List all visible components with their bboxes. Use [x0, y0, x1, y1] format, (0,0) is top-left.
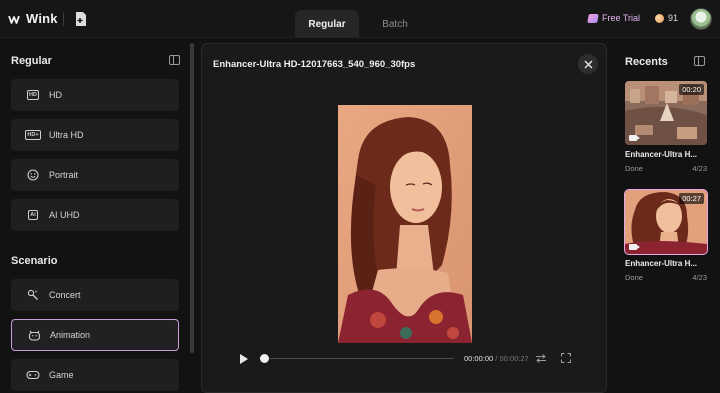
- sidebar-item-label: Game: [49, 370, 74, 380]
- preview-title: Enhancer-Ultra HD-12017663_540_960_30fps: [213, 59, 416, 70]
- recent-item[interactable]: 00:20 Enhancer-Ultra H... Done 4/23: [625, 81, 707, 173]
- recent-item-date: 4/23: [692, 273, 707, 282]
- app-logo[interactable]: Wink: [8, 11, 58, 26]
- avatar[interactable]: [690, 8, 712, 30]
- duration: 00:00:27: [499, 354, 529, 363]
- sidebar-item-label: Concert: [49, 290, 81, 300]
- recent-item[interactable]: 00:27 Enhancer-Ultra H... Done 4/23: [624, 189, 708, 282]
- recents-panel: Recents 00:20 Enhancer-Ultra H... Done 4…: [613, 43, 720, 393]
- app-name: Wink: [26, 11, 58, 26]
- sidebar-item-label: Ultra HD: [49, 130, 84, 140]
- recents-title: Recents: [625, 56, 668, 68]
- duration-badge: 00:27: [679, 193, 704, 204]
- sidebar-item-concert[interactable]: Concert: [11, 279, 179, 311]
- current-time: 00:00:00: [464, 354, 494, 363]
- tab-regular[interactable]: Regular: [295, 10, 359, 38]
- sidebar-item-label: Portrait: [49, 170, 79, 180]
- top-bar: Wink Regular Batch Free Trial 91: [0, 0, 720, 38]
- compare-icon[interactable]: [536, 354, 546, 363]
- recent-thumbnail: 00:27: [624, 189, 708, 255]
- coin-icon: [655, 13, 664, 23]
- coin-balance[interactable]: 91: [655, 13, 678, 23]
- ai-uhd-icon: Ai: [28, 210, 38, 220]
- play-icon[interactable]: [240, 354, 248, 364]
- sidebar-item-animation[interactable]: Animation: [11, 319, 179, 351]
- video-preview[interactable]: [338, 105, 472, 343]
- duration-badge: 00:20: [679, 84, 704, 95]
- sidebar-item-ultra-hd[interactable]: HD+ Ultra HD: [11, 119, 179, 151]
- recent-item-name: Enhancer-Ultra H...: [625, 259, 698, 268]
- recent-item-date: 4/23: [692, 164, 707, 173]
- recent-item-meta: Done 4/23: [625, 273, 707, 282]
- time-display: 00:00:00 / 00:00:27: [464, 354, 529, 363]
- recent-item-meta: Done 4/23: [625, 164, 707, 173]
- wink-logo-icon: [8, 15, 20, 24]
- recent-thumbnail: 00:20: [625, 81, 707, 145]
- sidebar-item-ai-uhd[interactable]: Ai AI UHD: [11, 199, 179, 231]
- sidebar-item-label: Animation: [50, 330, 91, 340]
- close-button[interactable]: [578, 54, 598, 74]
- tab-batch[interactable]: Batch: [363, 10, 427, 38]
- recent-item-name: Enhancer-Ultra H...: [625, 150, 698, 159]
- section-title-scenario: Scenario: [11, 255, 58, 267]
- recent-item-status: Done: [625, 164, 643, 173]
- hd-icon: HD: [27, 90, 39, 100]
- video-icon: [629, 244, 640, 250]
- sidebar-item-label: HD: [49, 90, 62, 100]
- fullscreen-icon[interactable]: [561, 353, 571, 363]
- coin-count: 91: [668, 13, 679, 23]
- file-add-icon[interactable]: [74, 11, 88, 27]
- sidebar-item-game[interactable]: Game: [11, 359, 179, 391]
- free-trial-label: Free Trial: [602, 13, 641, 23]
- sidebar-item-portrait[interactable]: Portrait: [11, 159, 179, 191]
- animation-icon: [26, 329, 42, 341]
- section-title-regular: Regular: [11, 55, 52, 67]
- free-trial-button[interactable]: Free Trial: [587, 13, 641, 23]
- preview-panel: Enhancer-Ultra HD-12017663_540_960_30fps: [201, 43, 607, 393]
- crown-icon: [587, 13, 599, 23]
- seek-track[interactable]: [264, 358, 454, 359]
- gamepad-icon: [25, 369, 41, 381]
- seek-thumb[interactable]: [260, 354, 269, 363]
- video-icon: [629, 135, 640, 141]
- sidebar-item-label: AI UHD: [49, 210, 80, 220]
- recents-collapse-icon[interactable]: [694, 56, 705, 66]
- concert-icon: [25, 289, 41, 301]
- divider: [63, 12, 64, 26]
- smile-icon: [25, 169, 41, 181]
- portrait-image: [338, 105, 472, 343]
- sidebar-collapse-icon[interactable]: [169, 55, 180, 65]
- recent-item-status: Done: [625, 273, 643, 282]
- sidebar-item-hd[interactable]: HD HD: [11, 79, 179, 111]
- hd-plus-icon: HD+: [25, 130, 41, 140]
- sidebar-scrollbar[interactable]: [190, 43, 194, 353]
- player-controls: 00:00:00 / 00:00:27: [202, 349, 608, 369]
- close-icon: [584, 60, 592, 68]
